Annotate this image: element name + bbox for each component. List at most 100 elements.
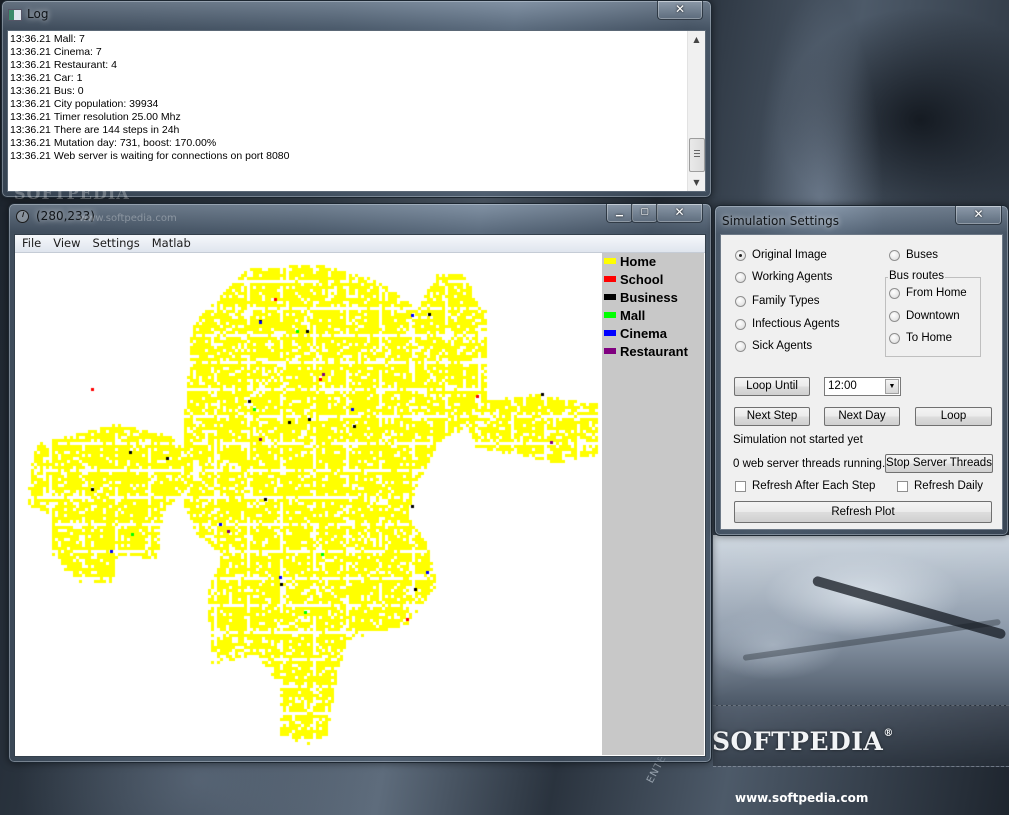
server-threads-text: 0 web server threads running. (733, 458, 886, 470)
city-map-plot[interactable] (16, 253, 602, 755)
legend-label: Home (620, 254, 657, 269)
radio-working-agents[interactable]: Working Agents (735, 269, 832, 285)
radio-buses[interactable]: Buses (889, 247, 938, 263)
settings-window-title: Simulation Settings (722, 214, 839, 228)
legend-label: School (620, 272, 664, 287)
legend-swatch-icon (604, 276, 616, 282)
legend-item-mall: Mall (604, 308, 645, 326)
log-lines: 13:36.21 Mall: 7 13:36.21 Cinema: 7 13:36.21… (10, 33, 685, 189)
radio-icon (735, 295, 746, 307)
legend-swatch-icon (604, 348, 616, 354)
scroll-thumb[interactable] (689, 138, 705, 172)
menu-file[interactable]: File (15, 235, 47, 252)
radio-from-home[interactable]: From Home (889, 285, 967, 301)
clock-icon (16, 210, 29, 223)
log-timestamp: 13:36.21 (10, 85, 51, 97)
log-scrollbar[interactable]: ▲ ▼ (687, 31, 705, 191)
log-line: 13:36.21 Mutation day: 731, boost: 170.00… (10, 137, 685, 150)
radio-sick-agents[interactable]: Sick Agents (735, 338, 812, 354)
log-message: Car: 1 (53, 72, 83, 84)
legend-label: Business (620, 290, 678, 305)
log-timestamp: 13:36.21 (10, 72, 51, 84)
log-message: Bus: 0 (53, 85, 84, 97)
log-line: 13:36.21 Cinema: 7 (10, 46, 685, 59)
radio-icon (889, 249, 900, 261)
radio-label: To Home (906, 332, 953, 344)
softpedia-url-watermark: www.softpedia.com (79, 213, 177, 224)
legend-swatch-icon (604, 312, 616, 318)
radio-label: Buses (906, 249, 938, 261)
log-timestamp: 13:36.21 (10, 150, 51, 162)
wallpaper-frost (713, 535, 1009, 705)
settings-close-button[interactable]: ✕ (955, 206, 1002, 225)
log-textarea[interactable]: 13:36.21 Mall: 7 13:36.21 Cinema: 7 13:36.21… (7, 30, 706, 192)
log-timestamp: 13:36.21 (10, 111, 51, 123)
next-step-button[interactable]: Next Step (734, 407, 810, 426)
log-message: There are 144 steps in 24h (53, 124, 180, 136)
log-window: Log ✕ 13:36.21 Mall: 7 13:36.21 Cinema: 7 13… (1, 0, 712, 203)
softpedia-url: www.softpedia.com (735, 791, 869, 805)
legend-item-restaurant: Restaurant (604, 344, 688, 362)
map-close-button[interactable]: ✕ (656, 204, 703, 223)
log-timestamp: 13:36.21 (10, 46, 51, 58)
radio-label: Sick Agents (752, 340, 813, 352)
refresh-daily-checkbox[interactable]: Refresh Daily (897, 480, 983, 492)
next-day-button[interactable]: Next Day (824, 407, 900, 426)
legend-item-school: School (604, 272, 663, 290)
simulation-settings-window: Simulation Settings ✕ Original Image Wor… (714, 205, 1009, 536)
radio-downtown[interactable]: Downtown (889, 308, 960, 324)
legend-swatch-icon (604, 294, 616, 300)
log-line: 13:36.21 City population: 39934 (10, 98, 685, 111)
menu-settings[interactable]: Settings (87, 235, 146, 252)
radio-label: Family Types (752, 295, 820, 307)
bus-routes-group: Bus routes From Home Downtown To Home (885, 270, 981, 357)
checkbox-label: Refresh Daily (914, 480, 984, 492)
dropdown-arrow-icon[interactable]: ▼ (885, 379, 899, 394)
map-legend: Home School Business Mall Cinema Restaurant (602, 253, 704, 755)
map-titlebar[interactable]: (280,233) www.softpedia.com ▁ ▢ ✕ (9, 204, 711, 230)
stop-server-threads-button[interactable]: Stop Server Threads (885, 454, 993, 473)
radio-icon (889, 332, 900, 344)
maximize-button[interactable]: ▢ (631, 204, 658, 223)
radio-to-home[interactable]: To Home (889, 330, 952, 346)
legend-label: Cinema (620, 326, 667, 341)
scroll-down-arrow-icon[interactable]: ▼ (688, 174, 705, 191)
settings-titlebar[interactable]: Simulation Settings ✕ (715, 206, 1008, 232)
log-window-title: Log (27, 7, 49, 21)
legend-item-cinema: Cinema (604, 326, 667, 344)
refresh-plot-button[interactable]: Refresh Plot (734, 501, 992, 523)
radio-infectious-agents[interactable]: Infectious Agents (735, 316, 840, 332)
menu-view[interactable]: View (47, 235, 86, 252)
loop-until-button[interactable]: Loop Until (734, 377, 810, 396)
log-close-button[interactable]: ✕ (657, 1, 703, 20)
loop-until-time-select[interactable]: 12:00 ▼ (824, 377, 901, 396)
softpedia-watermark: SOFTPEDIA (14, 184, 130, 203)
legend-swatch-icon (604, 330, 616, 336)
refresh-after-each-step-checkbox[interactable]: Refresh After Each Step (735, 480, 875, 492)
loop-until-time-value: 12:00 (828, 380, 857, 392)
checkbox-icon (897, 480, 908, 492)
log-message: Restaurant: 4 (53, 59, 117, 71)
log-line: 13:36.21 Car: 1 (10, 72, 685, 85)
radio-label: From Home (906, 287, 967, 299)
radio-original-image[interactable]: Original Image (735, 247, 827, 263)
log-line: 13:36.21 Web server is waiting for connec… (10, 150, 685, 163)
log-titlebar[interactable]: Log ✕ (2, 1, 711, 27)
menu-matlab[interactable]: Matlab (146, 235, 197, 252)
log-line: 13:36.21 Bus: 0 (10, 85, 685, 98)
legend-item-home: Home (604, 254, 656, 272)
log-timestamp: 13:36.21 (10, 98, 51, 110)
log-line: 13:36.21 Timer resolution 25.00 Mhz (10, 111, 685, 124)
scroll-up-arrow-icon[interactable]: ▲ (688, 31, 705, 48)
checkbox-icon (735, 480, 746, 492)
map-window: (280,233) www.softpedia.com ▁ ▢ ✕ File Vi… (8, 203, 712, 763)
loop-button[interactable]: Loop (915, 407, 992, 426)
radio-label: Downtown (906, 310, 960, 322)
log-app-icon (8, 9, 22, 21)
minimize-button[interactable]: ▁ (606, 204, 633, 223)
radio-label: Working Agents (752, 271, 833, 283)
radio-family-types[interactable]: Family Types (735, 293, 820, 309)
softpedia-logo: SOFTPEDIA® (712, 727, 894, 756)
log-line: 13:36.21 There are 144 steps in 24h (10, 124, 685, 137)
radio-icon (889, 287, 900, 299)
